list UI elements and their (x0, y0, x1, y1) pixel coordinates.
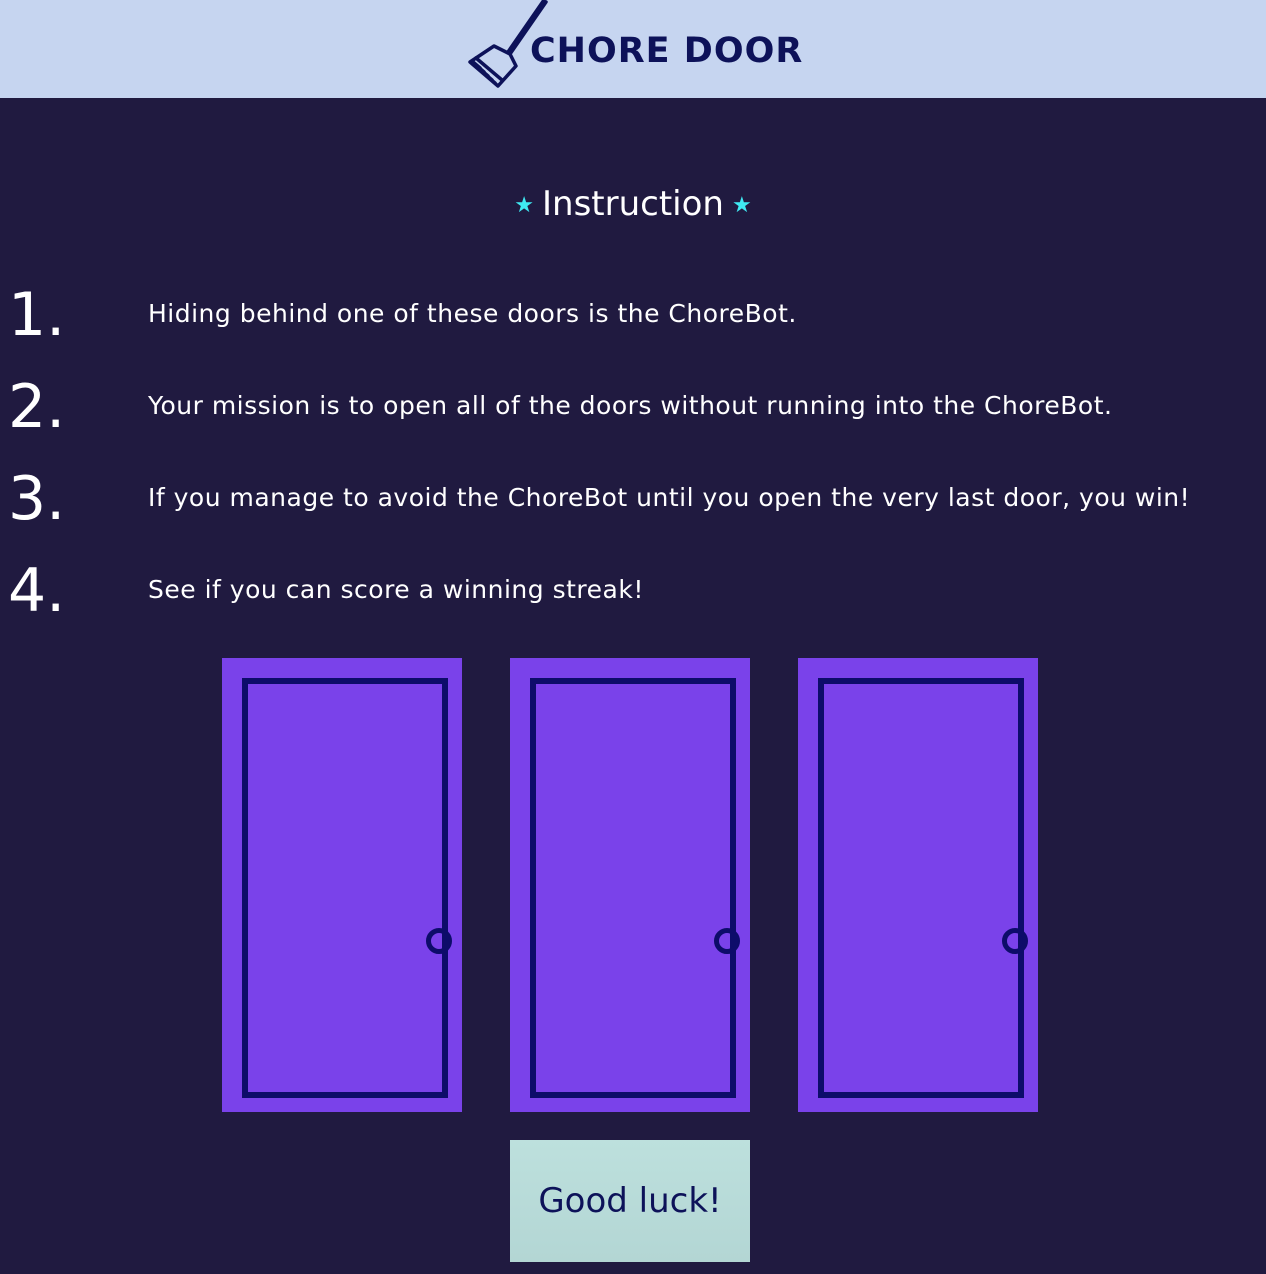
app-title: CHORE DOOR (530, 31, 804, 71)
door-panel (818, 678, 1028, 1098)
step-text: If you manage to avoid the ChoreBot unti… (148, 483, 1191, 512)
door-3[interactable] (798, 658, 1038, 1112)
door-knob-icon (1002, 928, 1028, 954)
header-bar: CHORE DOOR (0, 0, 1266, 98)
door-panel (242, 678, 452, 1098)
step-number: 1. (8, 280, 66, 350)
door-knob-icon (714, 928, 740, 954)
step-text: Hiding behind one of these doors is the … (148, 299, 797, 328)
step-text: Your mission is to open all of the doors… (148, 391, 1113, 420)
star-icon: ★ (731, 193, 752, 218)
instruction-heading-text: Instruction (542, 184, 724, 224)
step-number: 3. (8, 464, 66, 534)
door-knob-icon (426, 928, 452, 954)
step-text: See if you can score a winning streak! (148, 575, 644, 604)
door-1[interactable] (222, 658, 462, 1112)
door-panel (530, 678, 740, 1098)
star-icon: ★ (514, 193, 534, 218)
step-number: 4. (8, 556, 66, 626)
start-button[interactable]: Good luck! (510, 1140, 750, 1262)
step-number: 2. (8, 372, 66, 442)
instruction-heading: ★ Instruction ★ (0, 180, 1266, 230)
door-2[interactable] (510, 658, 750, 1112)
